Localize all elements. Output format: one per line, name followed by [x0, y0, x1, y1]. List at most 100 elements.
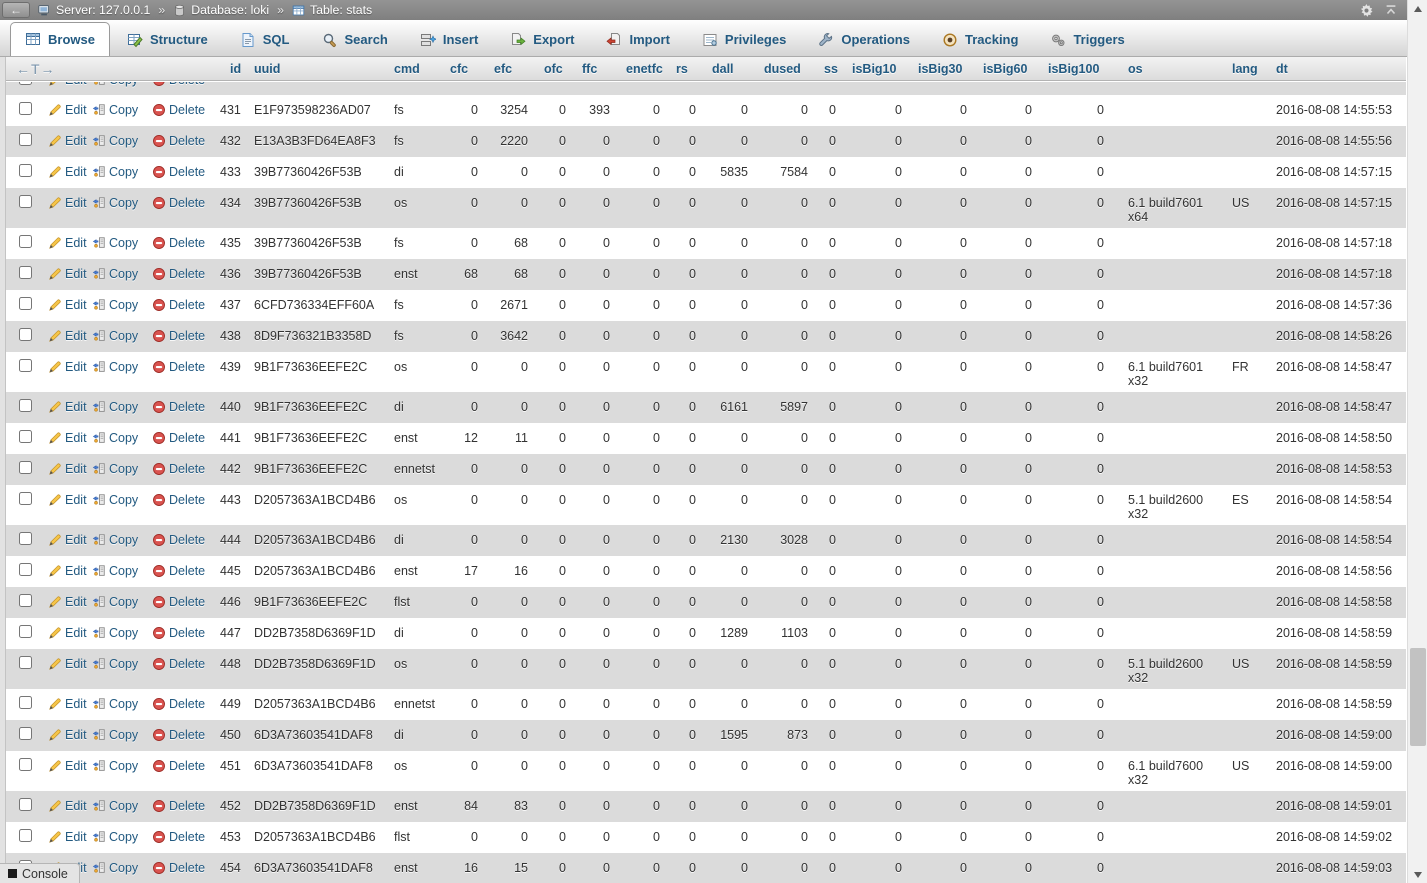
column-header-dall[interactable]: dall: [702, 62, 754, 76]
copy-link[interactable]: Copy: [92, 595, 138, 610]
scroll-to-top-icon[interactable]: [1384, 3, 1399, 18]
tab-search[interactable]: Search: [307, 23, 403, 56]
edit-link[interactable]: Edit: [48, 759, 87, 774]
column-header-enetfc[interactable]: enetfc: [616, 62, 666, 76]
delete-link[interactable]: Delete: [152, 165, 205, 180]
copy-link[interactable]: Copy: [92, 298, 138, 313]
row-checkbox[interactable]: [19, 399, 32, 412]
tab-structure[interactable]: Structure: [112, 23, 223, 56]
column-header-ffc[interactable]: ffc: [572, 62, 616, 76]
column-header-efc[interactable]: efc: [484, 62, 534, 76]
row-checkbox[interactable]: [19, 625, 32, 638]
tab-operations[interactable]: Operations: [803, 23, 925, 56]
edit-link[interactable]: Edit: [48, 134, 87, 149]
tab-sql[interactable]: SQL: [225, 23, 305, 56]
row-checkbox[interactable]: [19, 532, 32, 545]
copy-link[interactable]: Copy: [92, 533, 138, 548]
column-header-os[interactable]: os: [1110, 62, 1214, 76]
column-header-dused[interactable]: dused: [754, 62, 814, 76]
row-checkbox[interactable]: [19, 656, 32, 669]
edit-link[interactable]: Edit: [48, 595, 87, 610]
delete-link[interactable]: Delete: [152, 564, 205, 579]
row-checkbox[interactable]: [19, 82, 32, 85]
edit-link[interactable]: Edit: [48, 564, 87, 579]
copy-link[interactable]: Copy: [92, 134, 138, 149]
delete-link[interactable]: Delete: [152, 329, 205, 344]
copy-link[interactable]: Copy: [92, 626, 138, 641]
copy-link[interactable]: Copy: [92, 360, 138, 375]
scroll-down-button[interactable]: [1408, 866, 1427, 883]
edit-link[interactable]: Edit: [48, 493, 87, 508]
row-checkbox[interactable]: [19, 461, 32, 474]
delete-link[interactable]: Delete: [152, 360, 205, 375]
copy-link[interactable]: Copy: [92, 564, 138, 579]
copy-link[interactable]: Copy: [92, 329, 138, 344]
column-header-rs[interactable]: rs: [666, 62, 702, 76]
tab-tracking[interactable]: Tracking: [927, 23, 1033, 56]
edit-link[interactable]: Edit: [48, 830, 87, 845]
copy-link[interactable]: Copy: [92, 830, 138, 845]
copy-link[interactable]: Copy: [92, 493, 138, 508]
column-header-ofc[interactable]: ofc: [534, 62, 572, 76]
edit-link[interactable]: Edit: [48, 236, 87, 251]
column-header-isBig60[interactable]: isBig60: [973, 62, 1038, 76]
copy-link[interactable]: Copy: [92, 165, 138, 180]
delete-link[interactable]: Delete: [152, 431, 205, 446]
delete-link[interactable]: Delete: [152, 533, 205, 548]
row-checkbox[interactable]: [19, 829, 32, 842]
edit-link[interactable]: Edit: [48, 462, 87, 477]
copy-link[interactable]: Copy: [92, 462, 138, 477]
copy-link[interactable]: Copy: [92, 400, 138, 415]
edit-link[interactable]: Edit: [48, 82, 87, 88]
scroll-up-button[interactable]: [1408, 0, 1427, 17]
column-header-cfc[interactable]: cfc: [440, 62, 484, 76]
console-toggle[interactable]: Console: [0, 863, 80, 883]
row-checkbox[interactable]: [19, 164, 32, 177]
copy-link[interactable]: Copy: [92, 267, 138, 282]
row-checkbox[interactable]: [19, 727, 32, 740]
column-header-isBig100[interactable]: isBig100: [1038, 62, 1110, 76]
delete-link[interactable]: Delete: [152, 267, 205, 282]
column-header-dt[interactable]: dt: [1256, 62, 1406, 76]
edit-link[interactable]: Edit: [48, 329, 87, 344]
row-checkbox[interactable]: [19, 798, 32, 811]
row-checkbox[interactable]: [19, 563, 32, 576]
copy-link[interactable]: Copy: [92, 799, 138, 814]
copy-link[interactable]: Copy: [92, 728, 138, 743]
breadcrumb-link[interactable]: Database: loki: [191, 3, 269, 17]
edit-link[interactable]: Edit: [48, 799, 87, 814]
edit-link[interactable]: Edit: [48, 298, 87, 313]
edit-link[interactable]: Edit: [48, 103, 87, 118]
breadcrumb-link[interactable]: Server: 127.0.0.1: [56, 3, 150, 17]
delete-link[interactable]: Delete: [152, 236, 205, 251]
edit-link[interactable]: Edit: [48, 657, 87, 672]
row-checkbox[interactable]: [19, 133, 32, 146]
delete-link[interactable]: Delete: [152, 626, 205, 641]
column-header-uuid[interactable]: uuid: [246, 62, 384, 76]
copy-link[interactable]: Copy: [92, 82, 138, 88]
copy-link[interactable]: Copy: [92, 657, 138, 672]
tab-browse[interactable]: Browse: [10, 22, 110, 56]
edit-link[interactable]: Edit: [48, 196, 87, 211]
delete-link[interactable]: Delete: [152, 799, 205, 814]
row-checkbox[interactable]: [19, 430, 32, 443]
edit-link[interactable]: Edit: [48, 728, 87, 743]
copy-link[interactable]: Copy: [92, 196, 138, 211]
column-header-isBig30[interactable]: isBig30: [908, 62, 973, 76]
copy-link[interactable]: Copy: [92, 697, 138, 712]
delete-link[interactable]: Delete: [152, 657, 205, 672]
delete-link[interactable]: Delete: [152, 595, 205, 610]
tab-export[interactable]: Export: [495, 23, 589, 56]
column-header-ss[interactable]: ss: [814, 62, 842, 76]
delete-link[interactable]: Delete: [152, 728, 205, 743]
copy-link[interactable]: Copy: [92, 103, 138, 118]
delete-link[interactable]: Delete: [152, 697, 205, 712]
tab-import[interactable]: Import: [591, 23, 684, 56]
edit-link[interactable]: Edit: [48, 697, 87, 712]
delete-link[interactable]: Delete: [152, 462, 205, 477]
edit-link[interactable]: Edit: [48, 165, 87, 180]
row-checkbox[interactable]: [19, 594, 32, 607]
delete-link[interactable]: Delete: [152, 493, 205, 508]
edit-link[interactable]: Edit: [48, 533, 87, 548]
delete-link[interactable]: Delete: [152, 400, 205, 415]
